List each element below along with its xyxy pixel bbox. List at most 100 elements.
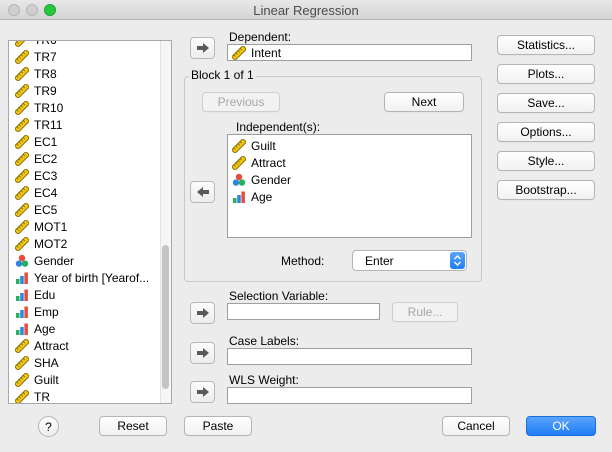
independent-list-item[interactable]: Gender [228, 171, 471, 188]
variable-list-item[interactable]: TR8 [9, 65, 159, 82]
dependent-label: Dependent: [229, 30, 292, 44]
bootstrap-button[interactable]: Bootstrap... [497, 180, 595, 200]
scale-measure-icon [15, 237, 29, 251]
variable-list-item[interactable]: Emp [9, 303, 159, 320]
source-variable-list[interactable]: TR6 TR7 TR8 TR9 TR10 TR11 EC1 EC2 EC3 EC4 EC5 MOT1 M… [8, 40, 172, 404]
variable-list-item[interactable]: TR [9, 388, 159, 404]
variable-label: Emp [34, 304, 59, 319]
rule-button[interactable]: Rule... [392, 302, 458, 322]
variable-list-item[interactable]: Year of birth [Yearof... [9, 269, 159, 286]
variable-list-item[interactable]: EC3 [9, 167, 159, 184]
variable-label: Edu [34, 287, 56, 302]
variable-list-item[interactable]: TR7 [9, 48, 159, 65]
nominal-measure-icon [232, 173, 246, 187]
variable-list-item[interactable]: MOT1 [9, 218, 159, 235]
help-button[interactable]: ? [38, 416, 59, 437]
variable-list-item[interactable]: EC2 [9, 150, 159, 167]
variable-list-scrollbar-track[interactable] [160, 41, 171, 403]
style-button[interactable]: Style... [497, 151, 595, 171]
method-label: Method: [281, 254, 325, 268]
variable-list-item[interactable]: Edu [9, 286, 159, 303]
variable-label: EC4 [34, 185, 58, 200]
cancel-button[interactable]: Cancel [442, 416, 510, 436]
reset-button[interactable]: Reset [99, 416, 167, 436]
variable-label: Gender [34, 253, 75, 268]
variable-label: MOT1 [34, 219, 68, 234]
wls-weight-label: WLS Weight: [229, 373, 299, 387]
variable-list-item[interactable]: Age [9, 320, 159, 337]
variable-list-item[interactable]: MOT2 [9, 235, 159, 252]
ordinal-measure-icon [232, 190, 246, 204]
next-block-button[interactable]: Next [384, 92, 464, 112]
arrow-left-icon [196, 186, 210, 198]
scale-measure-icon [15, 50, 29, 64]
window-title: Linear Regression [253, 3, 359, 18]
variable-label: Age [251, 189, 273, 204]
independents-list[interactable]: Guilt Attract Gender Age [227, 134, 472, 238]
block-title: Block 1 of 1 [189, 68, 256, 82]
variable-label: Guilt [251, 138, 276, 153]
independent-list-item[interactable]: Attract [228, 154, 471, 171]
variable-list-scrollbar-thumb[interactable] [162, 245, 169, 389]
move-to-case-labels-button[interactable] [190, 342, 215, 364]
ok-button[interactable]: OK [526, 416, 596, 436]
variable-label: TR8 [34, 66, 57, 81]
independent-list-item[interactable]: Guilt [228, 137, 471, 154]
selection-variable-field[interactable] [227, 303, 380, 320]
dependent-value: Intent [251, 45, 282, 60]
window-titlebar: Linear Regression [0, 0, 612, 20]
independents-label: Independent(s): [236, 120, 321, 134]
statistics-button[interactable]: Statistics... [497, 35, 595, 55]
ordinal-measure-icon [15, 271, 29, 285]
arrow-right-icon [196, 307, 210, 319]
variable-list-item[interactable]: EC4 [9, 184, 159, 201]
selection-variable-label: Selection Variable: [229, 289, 329, 303]
move-to-independents-button[interactable] [190, 181, 215, 203]
scale-measure-icon [232, 156, 246, 170]
variable-list-item[interactable]: TR6 [9, 40, 159, 48]
scale-measure-icon [232, 139, 246, 153]
save-button[interactable]: Save... [497, 93, 595, 113]
move-to-selection-button[interactable] [190, 302, 215, 324]
variable-label: SHA [34, 355, 59, 370]
arrow-right-icon [196, 386, 210, 398]
variable-list-item[interactable]: TR11 [9, 116, 159, 133]
variable-label: TR7 [34, 49, 57, 64]
scale-measure-icon [15, 186, 29, 200]
scale-measure-icon [15, 373, 29, 387]
scale-measure-icon [232, 46, 246, 60]
case-labels-field[interactable] [227, 348, 472, 365]
previous-block-button[interactable]: Previous [202, 92, 280, 112]
wls-weight-field[interactable] [227, 387, 472, 404]
variable-list-item[interactable]: SHA [9, 354, 159, 371]
paste-button[interactable]: Paste [184, 416, 252, 436]
variable-list-item[interactable]: Gender [9, 252, 159, 269]
arrow-right-icon [196, 347, 210, 359]
variable-list-item[interactable]: Guilt [9, 371, 159, 388]
move-to-wls-weight-button[interactable] [190, 381, 215, 403]
scale-measure-icon [15, 135, 29, 149]
scale-measure-icon [15, 339, 29, 353]
independent-list-item[interactable]: Age [228, 188, 471, 205]
variable-list-item[interactable]: Attract [9, 337, 159, 354]
scale-measure-icon [15, 390, 29, 404]
source-variable-items: TR6 TR7 TR8 TR9 TR10 TR11 EC1 EC2 EC3 EC4 EC5 MOT1 M… [9, 40, 159, 404]
plots-button[interactable]: Plots... [497, 64, 595, 84]
scale-measure-icon [15, 356, 29, 370]
variable-list-item[interactable]: EC5 [9, 201, 159, 218]
case-labels-label: Case Labels: [229, 334, 300, 348]
variable-list-item[interactable]: TR9 [9, 82, 159, 99]
options-button[interactable]: Options... [497, 122, 595, 142]
variable-list-item[interactable]: TR10 [9, 99, 159, 116]
scale-measure-icon [15, 40, 29, 47]
dependent-field[interactable]: Intent [227, 44, 472, 61]
method-select[interactable]: Enter [352, 250, 467, 271]
arrow-right-icon [196, 42, 210, 54]
method-value: Enter [365, 253, 394, 268]
move-to-dependent-button[interactable] [190, 37, 215, 59]
variable-list-item[interactable]: EC1 [9, 133, 159, 150]
nominal-measure-icon [15, 254, 29, 268]
variable-label: MOT2 [34, 236, 68, 251]
scale-measure-icon [15, 152, 29, 166]
variable-label: Guilt [34, 372, 59, 387]
